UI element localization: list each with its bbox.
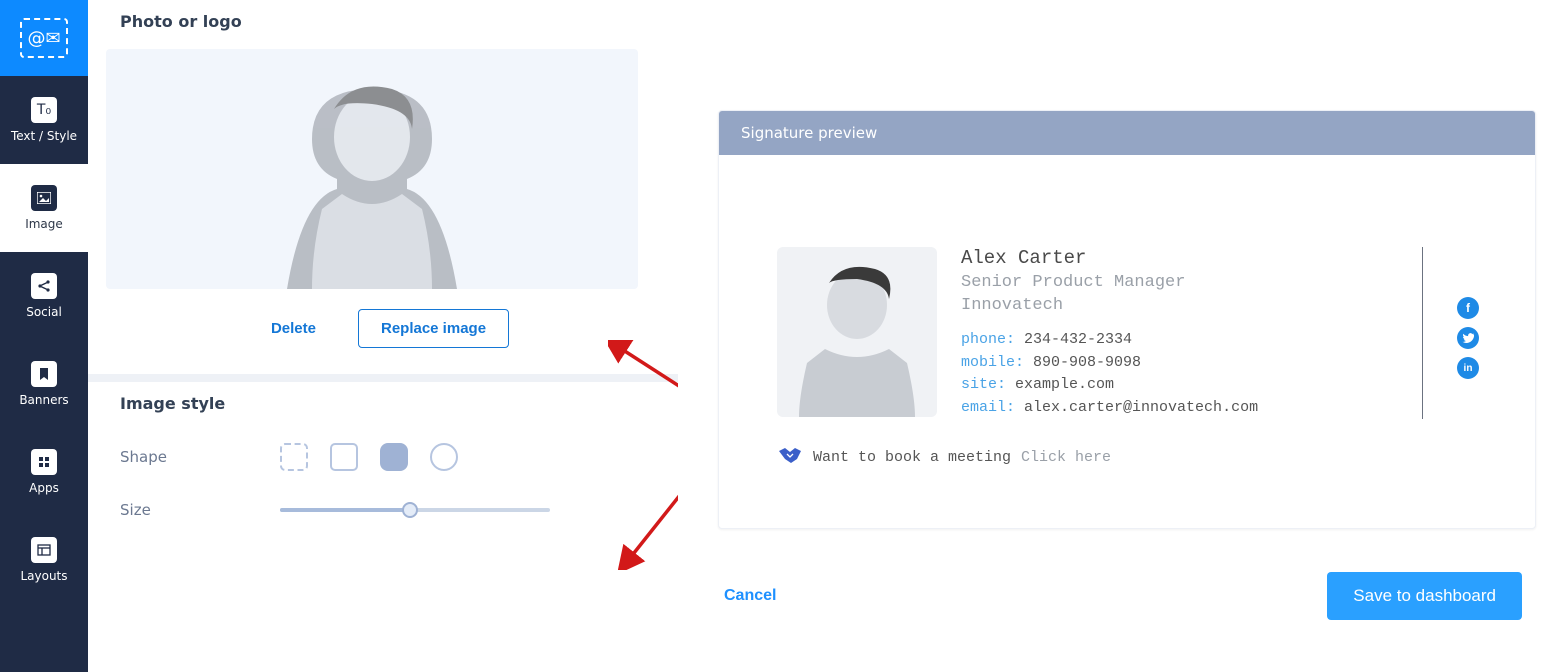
meeting-cta: Want to book a meeting Click here [777,445,1479,470]
email-label: email: [961,399,1015,416]
sidebar-item-label: Layouts [20,569,67,583]
sidebar-item-image[interactable]: Image [0,164,88,252]
twitter-icon[interactable] [1457,327,1479,349]
cancel-button[interactable]: Cancel [718,586,782,606]
image-style-title: Image style [120,394,654,413]
phone-label: phone: [961,331,1015,348]
handshake-icon [777,445,803,470]
mobile-value: 890-908-9098 [1033,354,1141,371]
size-label: Size [120,501,250,519]
phone-value: 234-432-2334 [1024,331,1132,348]
meeting-text: Want to book a meeting [813,449,1011,466]
save-button[interactable]: Save to dashboard [1327,572,1522,620]
shape-option-none[interactable] [280,443,308,471]
sidebar-item-label: Text / Style [11,129,77,143]
signature-divider [1422,247,1423,419]
image-style-section: Image style Shape Size [88,382,678,575]
app-logo[interactable]: @✉ [0,0,88,76]
facebook-icon[interactable]: f [1457,297,1479,319]
signature-body: Alex Carter Senior Product Manager Innov… [719,155,1535,528]
shape-option-circle[interactable] [430,443,458,471]
text-icon: T₀ [31,97,57,123]
replace-image-button[interactable]: Replace image [358,309,509,348]
shape-option-square[interactable] [330,443,358,471]
editor-panel: Photo or logo Delete Replace image Image… [88,0,678,672]
sidebar-item-social[interactable]: Social [0,252,88,340]
preview-header: Signature preview [719,111,1535,155]
signature-company: Innovatech [961,296,1388,315]
photo-section: Photo or logo Delete Replace image [88,0,678,382]
slider-fill [280,508,410,512]
layout-icon [31,537,57,563]
slider-thumb[interactable] [402,502,418,518]
signature-name: Alex Carter [961,247,1388,269]
sidebar-item-layouts[interactable]: Layouts [0,516,88,604]
photo-section-title: Photo or logo [120,12,654,31]
bookmark-icon [31,361,57,387]
preview-column: Signature preview Alex Carter Senior Pr [678,0,1562,672]
sidebar-item-banners[interactable]: Banners [0,340,88,428]
linkedin-icon[interactable]: in [1457,357,1479,379]
person-placeholder-icon [777,247,937,417]
image-icon [31,185,57,211]
shape-options [280,443,458,471]
person-placeholder-icon [272,49,472,289]
delete-button[interactable]: Delete [265,319,322,338]
share-icon [31,273,57,299]
shape-label: Shape [120,448,250,466]
sidebar-item-apps[interactable]: Apps [0,428,88,516]
signature-title: Senior Product Manager [961,273,1388,292]
size-slider[interactable] [280,508,550,512]
mobile-label: mobile: [961,354,1024,371]
signature-photo [777,247,937,417]
photo-preview[interactable] [106,49,638,289]
sidebar: @✉ T₀ Text / Style Image Social Banners [0,0,88,672]
site-label: site: [961,376,1006,393]
email-value: alex.carter@innovatech.com [1024,399,1258,416]
sidebar-item-text-style[interactable]: T₀ Text / Style [0,76,88,164]
signature-preview-panel: Signature preview Alex Carter Senior Pr [718,110,1536,529]
sidebar-item-label: Banners [19,393,68,407]
site-value: example.com [1015,376,1114,393]
sidebar-item-label: Apps [29,481,59,495]
meeting-link[interactable]: Click here [1021,449,1111,466]
grid-icon [31,449,57,475]
envelope-stamp-icon: @✉ [20,18,68,58]
sidebar-item-label: Social [26,305,62,319]
sidebar-item-label: Image [25,217,63,231]
shape-option-rounded[interactable] [380,443,408,471]
